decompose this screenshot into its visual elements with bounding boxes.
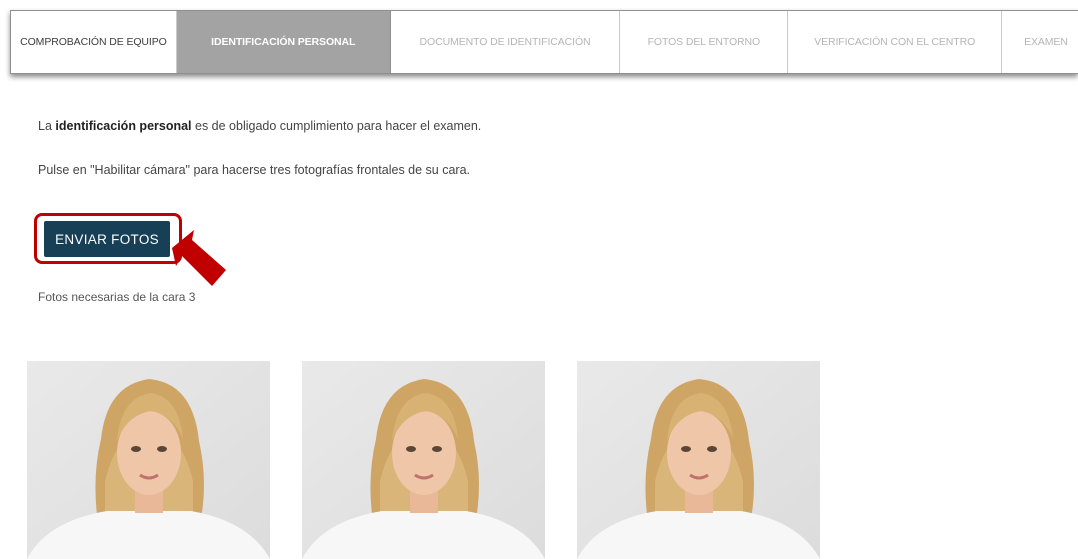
send-photos-button[interactable]: ENVIAR FOTOS bbox=[44, 221, 170, 257]
face-photo-2 bbox=[302, 361, 545, 559]
step-label: EXAMEN bbox=[1024, 36, 1068, 48]
step-personal-identification[interactable]: IDENTIFICACIÓN PERSONAL bbox=[176, 11, 391, 73]
step-equipment-check[interactable]: COMPROBACIÓN DE EQUIPO bbox=[11, 11, 177, 73]
intro-suffix: es de obligado cumplimiento para hacer e… bbox=[191, 119, 482, 133]
face-photo-icon bbox=[577, 361, 820, 559]
face-photo-icon bbox=[27, 361, 270, 559]
step-environment-photos[interactable]: FOTOS DEL ENTORNO bbox=[620, 11, 789, 73]
face-photo-1 bbox=[27, 361, 270, 559]
intro-prefix: La bbox=[38, 119, 56, 133]
face-photo-icon bbox=[302, 361, 545, 559]
step-label: VERIFICACIÓN CON EL CENTRO bbox=[814, 36, 976, 48]
step-label: FOTOS DEL ENTORNO bbox=[647, 36, 761, 48]
face-photo-3 bbox=[577, 361, 820, 559]
instruction-text: Pulse en "Habilitar cámara" para hacerse… bbox=[38, 163, 471, 177]
step-label: DOCUMENTO DE IDENTIFICACIÓN bbox=[419, 36, 591, 48]
intro-text: La identificación personal es de obligad… bbox=[38, 119, 481, 133]
step-center-verification[interactable]: VERIFICACIÓN CON EL CENTRO bbox=[788, 11, 1003, 73]
step-identification-document[interactable]: DOCUMENTO DE IDENTIFICACIÓN bbox=[391, 11, 621, 73]
photos-needed-text: Fotos necesarias de la cara 3 bbox=[38, 290, 196, 304]
intro-bold: identificación personal bbox=[55, 119, 192, 133]
step-exam[interactable]: EXAMEN bbox=[1002, 11, 1078, 73]
step-label: COMPROBACIÓN DE EQUIPO bbox=[20, 36, 167, 48]
step-label: IDENTIFICACIÓN PERSONAL bbox=[211, 36, 356, 48]
exam-stepper: COMPROBACIÓN DE EQUIPO IDENTIFICACIÓN PE… bbox=[10, 10, 1078, 74]
pointer-arrow-icon bbox=[172, 230, 226, 286]
